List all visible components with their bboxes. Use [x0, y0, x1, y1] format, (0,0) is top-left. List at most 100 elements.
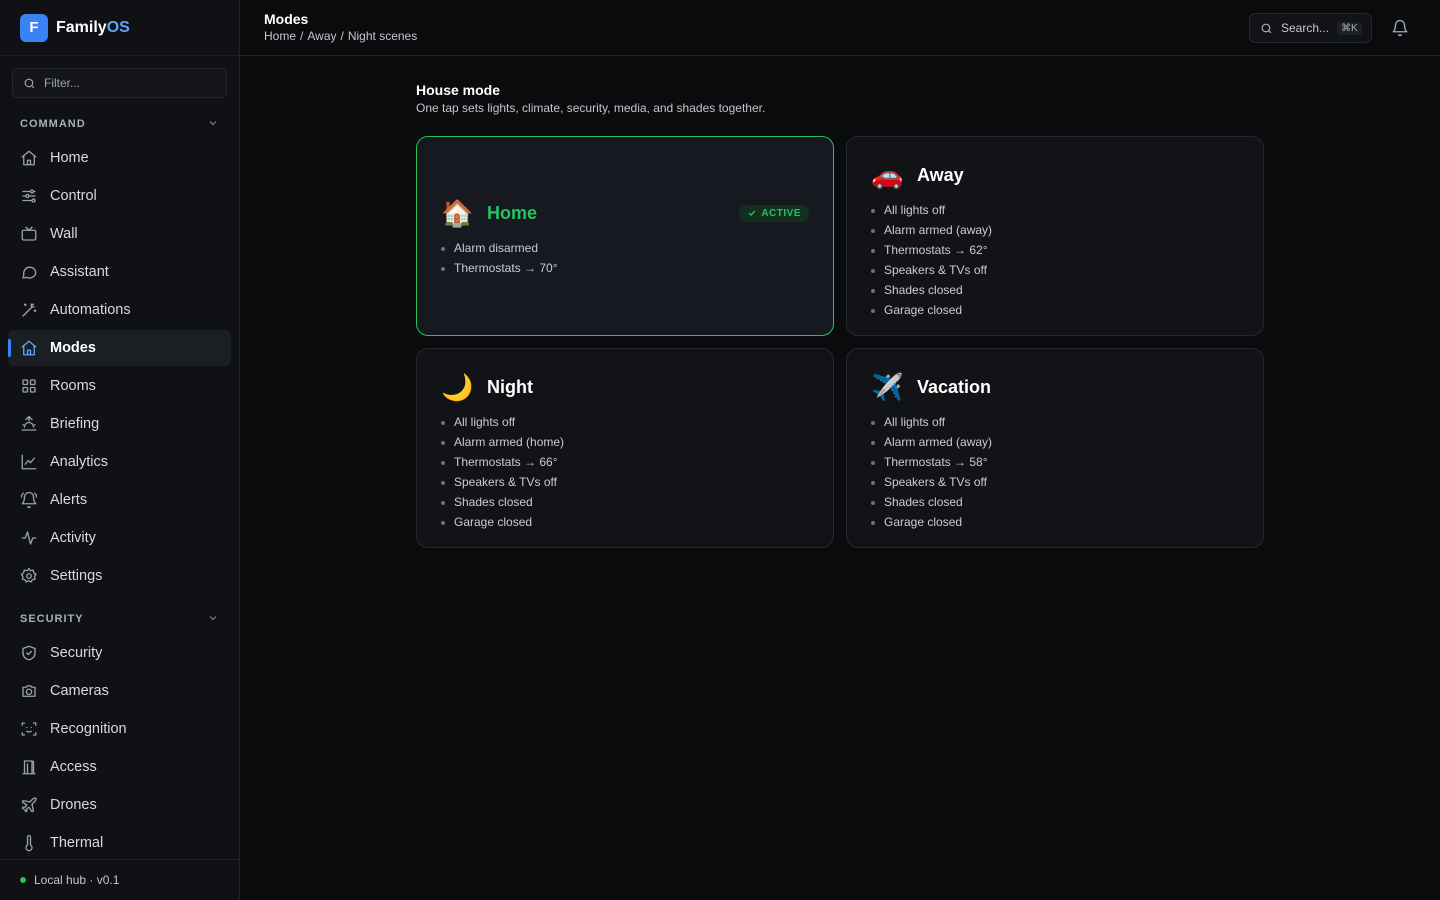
topbar: Modes Home / Away / Night scenes Search.…	[240, 0, 1440, 56]
list-item: Thermostats → 70°	[441, 258, 809, 278]
sidebar-item-label: Analytics	[50, 454, 109, 470]
list-item: Shades closed	[871, 280, 1239, 300]
sidebar-item-alerts[interactable]: Alerts	[8, 482, 231, 518]
mode-home-icon: 🏠	[441, 198, 474, 228]
sidebar-item-label: Control	[50, 188, 97, 204]
mode-card-night[interactable]: 🌙 Night All lights off Alarm armed (home) Th…	[416, 348, 834, 548]
search-icon	[24, 78, 35, 88]
section-title: SECURITY	[20, 613, 84, 625]
list-item: Shades closed	[871, 492, 1239, 512]
sidebar: F FamilyOS COMMAND Home Control Wall Assista…	[0, 0, 240, 900]
sidebar-item-thermal[interactable]: Thermal	[8, 825, 231, 861]
sidebar-item-label: Activity	[50, 530, 96, 546]
sidebar-item-automations[interactable]: Automations	[8, 292, 231, 328]
home-icon	[20, 149, 38, 167]
breadcrumb: Home / Away / Night scenes	[264, 29, 417, 43]
sidebar-item-label: Alerts	[50, 492, 88, 508]
mode-card-home[interactable]: 🏠 Home ACTIVE Alarm disarmed Thermostats → 7…	[416, 136, 834, 336]
section-title: House mode	[416, 82, 501, 98]
sidebar-item-rooms[interactable]: Rooms	[8, 368, 231, 404]
sidebar-item-analytics[interactable]: Analytics	[8, 444, 231, 480]
sidebar-item-label: Briefing	[50, 416, 100, 432]
list-item: Alarm armed (away)	[871, 220, 1239, 240]
nav-section-command: COMMAND Home Control Wall Assistant Automatio…	[0, 114, 239, 596]
thermometer-icon	[20, 834, 38, 852]
mode-actions-list: All lights off Alarm armed (home) Thermost…	[441, 412, 809, 532]
sidebar-item-label: Settings	[50, 568, 103, 584]
brand-name: FamilyOS	[56, 18, 130, 36]
sidebar-item-assistant[interactable]: Assistant	[8, 254, 231, 290]
pulse-icon	[20, 529, 38, 547]
sidebar-item-drones[interactable]: Drones	[8, 787, 231, 823]
breadcrumb-separator: /	[340, 29, 344, 43]
chevron-down-icon	[207, 117, 219, 132]
sidebar-item-label: Assistant	[50, 264, 109, 280]
list-item: All lights off	[871, 412, 1239, 432]
section-title: COMMAND	[20, 118, 86, 130]
list-item: Speakers & TVs off	[441, 472, 809, 492]
sidebar-item-label: Home	[50, 150, 89, 166]
sidebar-item-home[interactable]: Home	[8, 140, 231, 176]
filter-box	[12, 68, 227, 98]
search-icon	[1261, 23, 1272, 33]
mode-name: Away	[917, 164, 964, 185]
mode-card-header: 🚗 Away	[871, 159, 1239, 191]
sidebar-item-control[interactable]: Control	[8, 178, 231, 214]
breadcrumb-home[interactable]: Home	[264, 29, 296, 43]
mode-name: Home	[487, 202, 538, 223]
page-title: Modes	[264, 11, 309, 27]
sidebar-item-modes[interactable]: Modes	[8, 330, 231, 366]
shield-icon	[20, 644, 38, 662]
sidebar-item-label: Drones	[50, 797, 97, 813]
bell-icon[interactable]	[1391, 19, 1409, 37]
sidebar-item-settings[interactable]: Settings	[8, 558, 231, 594]
sidebar-item-label: Modes	[50, 340, 96, 356]
sliders-icon	[20, 187, 38, 205]
sidebar-item-recognition[interactable]: Recognition	[8, 711, 231, 747]
sidebar-item-wall[interactable]: Wall	[8, 216, 231, 252]
sidebar-item-label: Automations	[50, 302, 131, 318]
mode-card-header: 🏠 Home ACTIVE	[441, 197, 809, 229]
sidebar-item-security[interactable]: Security	[8, 635, 231, 671]
sidebar-item-label: Security	[50, 645, 103, 661]
mode-actions-list: Alarm disarmed Thermostats → 70°	[441, 238, 809, 278]
grid-icon	[20, 377, 38, 395]
status-badge: ACTIVE	[739, 204, 809, 222]
sidebar-item-cameras[interactable]: Cameras	[8, 673, 231, 709]
list-item: Alarm disarmed	[441, 238, 809, 258]
list-item: Garage closed	[441, 512, 809, 532]
list-item: Speakers & TVs off	[871, 260, 1239, 280]
sidebar-item-label: Cameras	[50, 683, 109, 699]
tv-icon	[20, 225, 38, 243]
camera-icon	[20, 682, 38, 700]
section-header[interactable]: SECURITY	[0, 609, 239, 629]
search-shortcut: ⌘K	[1337, 21, 1362, 35]
mode-card-vacation[interactable]: ✈️ Vacation All lights off Alarm armed (awa…	[846, 348, 1264, 548]
check-icon	[748, 210, 756, 216]
breadcrumb-separator: /	[300, 29, 304, 43]
gear-icon	[20, 567, 38, 585]
sunrise-icon	[20, 415, 38, 433]
breadcrumb-night-scenes[interactable]: Night scenes	[348, 29, 417, 43]
search-button[interactable]: Search... ⌘K	[1249, 13, 1372, 43]
mode-night-icon: 🌙	[441, 372, 474, 402]
list-item: Alarm armed (home)	[441, 432, 809, 452]
mode-actions-list: All lights off Alarm armed (away) Thermost…	[871, 200, 1239, 320]
breadcrumb-away[interactable]: Away	[307, 29, 336, 43]
mode-away-icon: 🚗	[871, 160, 904, 190]
section-header[interactable]: COMMAND	[0, 114, 239, 134]
sidebar-item-activity[interactable]: Activity	[8, 520, 231, 556]
list-item: Shades closed	[441, 492, 809, 512]
brand-logo: F	[20, 13, 48, 42]
list-item: Thermostats → 66°	[441, 452, 809, 472]
list-item: All lights off	[441, 412, 809, 432]
brand[interactable]: F FamilyOS	[0, 0, 239, 56]
sidebar-item-briefing[interactable]: Briefing	[8, 406, 231, 442]
scan-face-icon	[20, 720, 38, 738]
sidebar-item-access[interactable]: Access	[8, 749, 231, 785]
section-subtitle: One tap sets lights, climate, security, …	[416, 101, 766, 115]
sidebar-item-label: Wall	[50, 226, 78, 242]
mode-card-away[interactable]: 🚗 Away All lights off Alarm armed (away) The…	[846, 136, 1264, 336]
status-dot-icon	[20, 877, 26, 883]
filter-input[interactable]	[44, 76, 204, 90]
